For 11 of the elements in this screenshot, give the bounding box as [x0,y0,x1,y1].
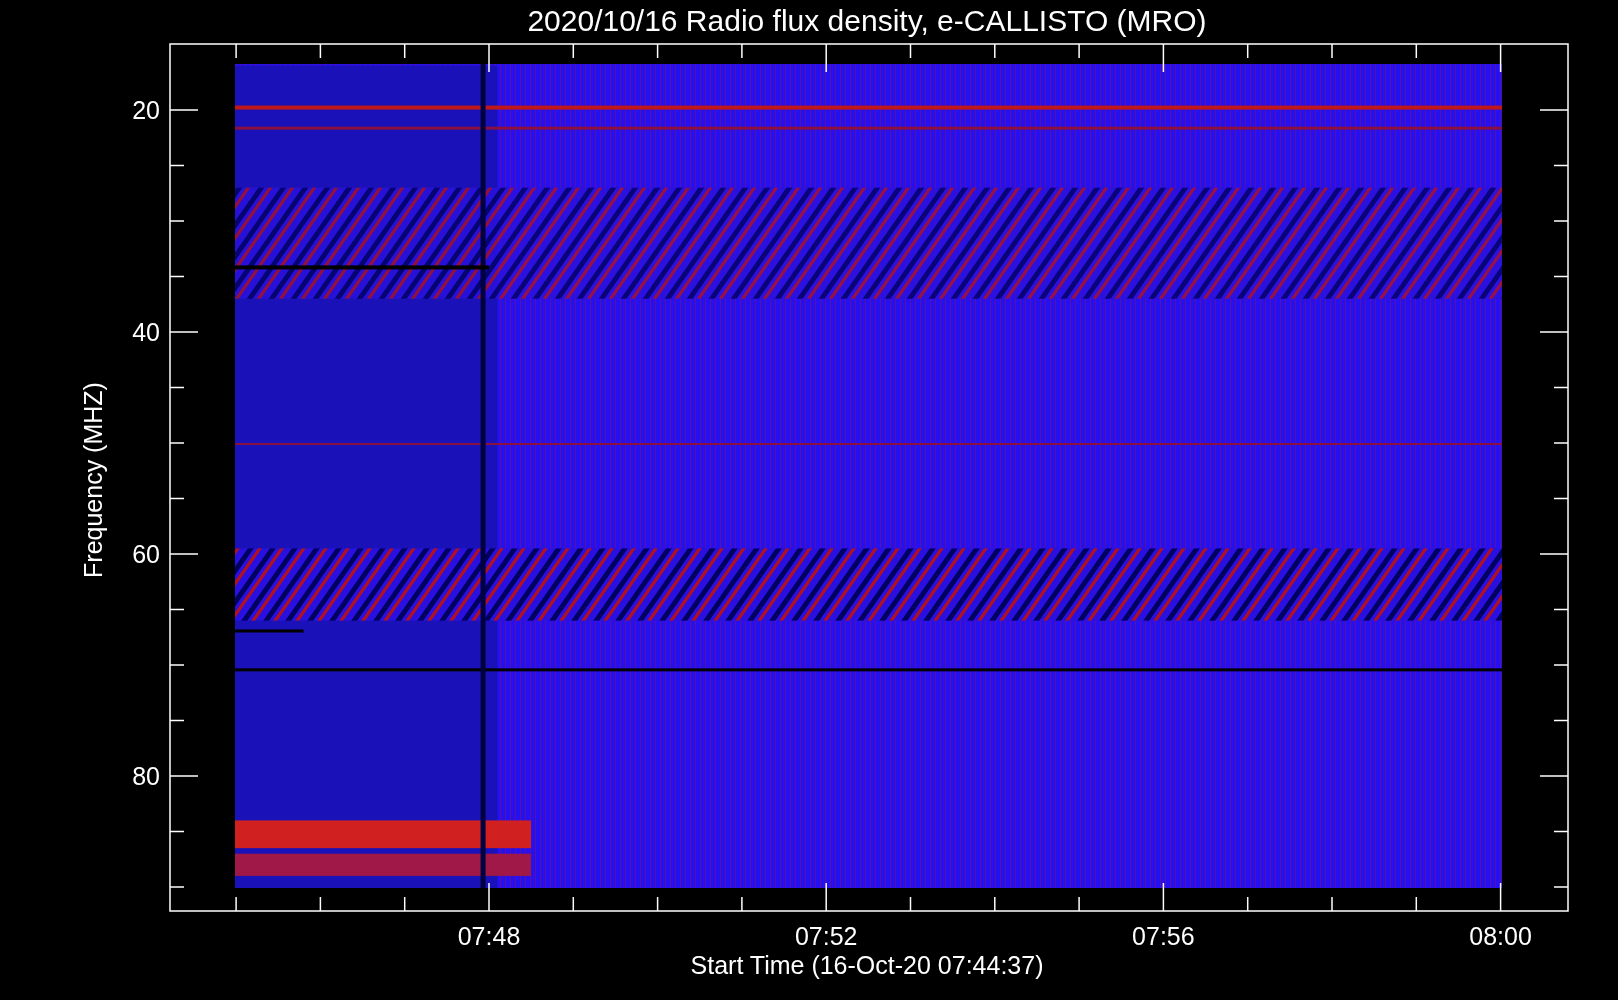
tick-label: 80 [132,762,160,790]
chart-title: 2020/10/16 Radio flux density, e-CALLISTO (MRO) [527,4,1207,37]
tick-label: 07:48 [457,922,521,950]
tick-label: 20 [132,96,160,124]
tick-label: 40 [132,318,160,346]
axis-label: Start Time (16-Oct-20 07:44:37) [690,951,1044,979]
axis-label: Frequency (MHZ) [79,382,107,578]
tick-label: 60 [132,540,160,568]
tick-label: 07:56 [1132,922,1195,950]
tick-label: 08:00 [1469,922,1532,950]
tick-label: 07:52 [794,922,858,950]
